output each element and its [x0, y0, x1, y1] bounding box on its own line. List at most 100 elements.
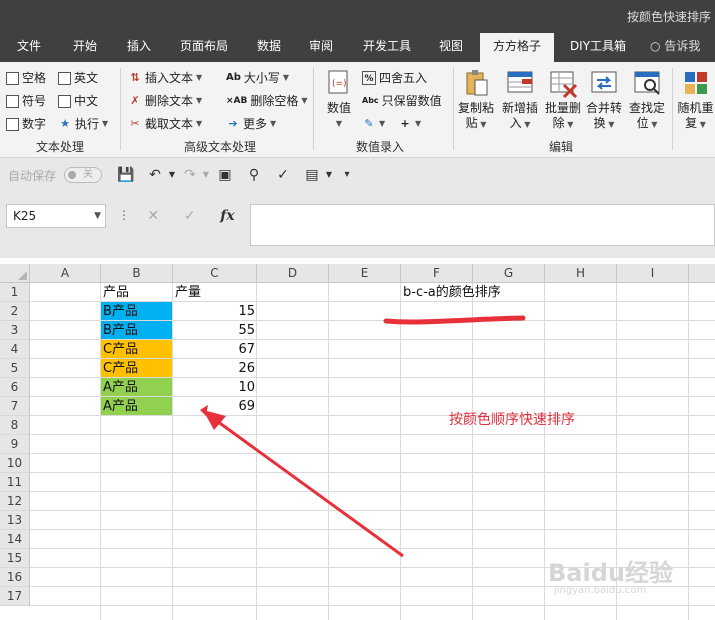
- checkbox-chinese[interactable]: 中文: [58, 91, 98, 111]
- toggle-knob: [68, 171, 76, 179]
- find-locate-button[interactable]: 查找定 位 ▼: [626, 68, 668, 132]
- customize-toolbar-icon[interactable]: ▾: [338, 166, 356, 184]
- delete-text-button[interactable]: ✗ 删除文本 ▼: [128, 91, 202, 111]
- group-label-edit: 编辑: [548, 140, 573, 154]
- insert-rows-icon: [505, 68, 535, 98]
- round-button[interactable]: % 四舍五入: [362, 68, 427, 88]
- plus-icon: +: [400, 117, 410, 130]
- chevron-down-icon: ▼: [697, 120, 706, 129]
- tab-file[interactable]: 文件: [6, 33, 52, 62]
- watermark-url: jingyan.baidu.com: [554, 585, 647, 596]
- tab-developer[interactable]: 开发工具: [352, 33, 422, 62]
- arrow-right-icon: ➔: [228, 117, 238, 130]
- checkbox-space[interactable]: 空格: [6, 68, 46, 88]
- extract-text-icon: ✂: [130, 117, 140, 130]
- tab-page-layout[interactable]: 页面布局: [172, 33, 236, 62]
- checkbox-english[interactable]: 英文: [58, 68, 98, 88]
- chevron-down-icon: ▼: [415, 119, 422, 128]
- cancel-icon[interactable]: ✕: [147, 208, 159, 224]
- spelling-check-icon[interactable]: ✓: [274, 166, 292, 184]
- case-button[interactable]: Ab 大小写 ▼: [226, 68, 289, 88]
- chevron-down-icon: ▼: [521, 120, 531, 129]
- group-divider: [313, 68, 314, 150]
- tab-data[interactable]: 数据: [246, 33, 292, 62]
- title-bar: 按颜色快速排序: [0, 0, 715, 33]
- group-label-text: 文本处理: [35, 140, 84, 154]
- checkbox-icon: [6, 117, 19, 131]
- form-dropdown-icon[interactable]: ▼: [320, 166, 338, 184]
- formula-bar: K25 ▼ ⋮ ✕ ✓ fx: [0, 192, 715, 258]
- value-icon: (=): [324, 68, 354, 98]
- checkbox-icon: [6, 94, 19, 108]
- quick-access-toolbar: 自动保存 关 💾 ↶ ▼ ↷ ▼ ▣ ⚲ ✓ ▤ ▼ ▾: [0, 158, 715, 192]
- group-divider: [120, 68, 121, 150]
- chevron-down-icon: ▼: [379, 119, 386, 128]
- svg-text:(=): (=): [332, 79, 347, 89]
- watermark-logo-text: Baidu经验: [548, 559, 673, 587]
- name-box[interactable]: K25 ▼: [6, 204, 106, 228]
- tab-diy-toolbox[interactable]: DIY工具箱: [562, 33, 634, 62]
- checkbox-icon: [58, 71, 71, 85]
- value-button[interactable]: (=) 数值 ▼: [322, 68, 356, 131]
- chevron-down-icon: ▼: [196, 96, 203, 105]
- delete-text-icon: ✗: [130, 94, 140, 107]
- chevron-down-icon[interactable]: ▼: [94, 205, 101, 227]
- tell-me-search[interactable]: ○ 告诉我: [650, 33, 700, 62]
- round-icon: %: [362, 71, 376, 85]
- add-button[interactable]: + ▼: [398, 114, 421, 134]
- clipboard-icon: [461, 68, 491, 98]
- window-title: 按颜色快速排序: [626, 10, 711, 24]
- chevron-down-icon: ▼: [477, 120, 487, 129]
- insert-text-icon: ⇅: [130, 71, 140, 84]
- tab-insert[interactable]: 插入: [116, 33, 162, 62]
- random-icon: [681, 68, 711, 98]
- insert-function-icon[interactable]: fx: [220, 208, 234, 224]
- baidu-watermark: Baidu经验 jingyan.baidu.com: [548, 545, 698, 605]
- undo-dropdown-icon[interactable]: ▼: [163, 166, 181, 184]
- insert-rows-button[interactable]: 新增插 入 ▼: [498, 68, 542, 132]
- confirm-icon[interactable]: ✓: [184, 208, 196, 224]
- formula-input[interactable]: [250, 204, 715, 246]
- random-repeat-button[interactable]: 随机重 复 ▼: [676, 68, 715, 132]
- formula-buttons: ✕ ✓ fx: [135, 204, 247, 228]
- tab-view[interactable]: 视图: [428, 33, 474, 62]
- copy-paste-button[interactable]: 复制粘 贴 ▼: [456, 68, 496, 132]
- execute-button[interactable]: ★ 执行 ▼: [58, 114, 108, 134]
- tab-home[interactable]: 开始: [62, 33, 108, 62]
- more-button[interactable]: ➔ 更多 ▼: [226, 114, 276, 134]
- checkbox-number[interactable]: 数字: [6, 114, 46, 134]
- red-underline-stroke: [383, 315, 526, 325]
- case-icon: Ab: [226, 72, 241, 83]
- delete-space-button[interactable]: ×AB 删除空格 ▼: [226, 91, 308, 111]
- insert-text-button[interactable]: ⇅ 插入文本 ▼: [128, 68, 202, 88]
- camera-icon[interactable]: ▣: [216, 166, 234, 184]
- lightbulb-icon: ○: [650, 39, 661, 53]
- group-divider: [672, 68, 673, 150]
- tab-review[interactable]: 审阅: [298, 33, 344, 62]
- checkbox-symbol[interactable]: 符号: [6, 91, 46, 111]
- find-icon: [632, 68, 662, 98]
- batch-delete-button[interactable]: 批量删 除 ▼: [542, 68, 584, 132]
- redo-dropdown-icon[interactable]: ▼: [197, 166, 215, 184]
- abc-icon: Abc: [362, 96, 379, 105]
- chevron-down-icon: ▼: [270, 119, 277, 128]
- undo-icon[interactable]: ↶: [146, 166, 164, 184]
- edit-value-button[interactable]: ✎ ▼: [362, 114, 385, 134]
- delete-space-icon: ×AB: [226, 96, 248, 106]
- more-options-icon[interactable]: ⋮: [118, 208, 130, 222]
- checkbox-icon: [58, 94, 71, 108]
- extract-text-button[interactable]: ✂ 截取文本 ▼: [128, 114, 202, 134]
- save-icon[interactable]: 💾: [117, 166, 135, 184]
- ribbon: 空格 英文 符号 中文 数字 ★ 执行 ▼ 文本处理 ⇅ 插入文本 ▼ ✗ 删除文本 ▼ ✂…: [0, 62, 715, 158]
- group-label-numeric: 数值录入: [355, 140, 404, 154]
- checkbox-icon: [6, 71, 19, 85]
- chevron-down-icon: ▼: [301, 96, 308, 105]
- tab-fangfang[interactable]: 方方格子: [480, 33, 554, 62]
- ribbon-tabs: 文件 开始 插入 页面布局 数据 审阅 开发工具 视图 方方格子 DIY工具箱 …: [0, 33, 715, 62]
- keep-value-button[interactable]: Abc 只保留数值: [362, 91, 442, 111]
- form-icon[interactable]: ▤: [303, 166, 321, 184]
- print-preview-icon[interactable]: ⚲: [245, 166, 263, 184]
- merge-convert-button[interactable]: 合并转 换 ▼: [584, 68, 624, 132]
- chevron-down-icon: ▼: [335, 119, 343, 128]
- autosave-toggle[interactable]: 关: [64, 167, 102, 183]
